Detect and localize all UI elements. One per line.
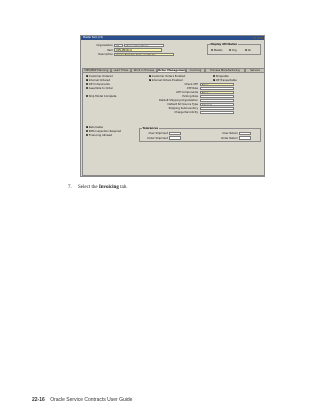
organization-code-field[interactable]: V1 (114, 43, 123, 48)
shipping-subinventory-label: Shipping Subinventory (168, 107, 198, 111)
close-icon[interactable] (260, 36, 263, 40)
description-field[interactable]: Usage Item for Sales problems (114, 52, 174, 57)
assemble-to-order-checkbox[interactable]: Assemble to Order (86, 87, 113, 90)
over-return-field[interactable] (239, 131, 251, 136)
tolerances-title: Tolerances (142, 127, 159, 131)
under-shipment-field[interactable] (169, 136, 181, 140)
ship-model-complete-checkbox[interactable]: Ship Model Complete (86, 95, 116, 98)
oe-transactable-checkbox[interactable]: OE Transactable (213, 79, 237, 82)
page-number: 22-16 (32, 397, 45, 403)
customer-orders-enabled-checkbox[interactable]: Customer Orders Enabled (149, 75, 185, 78)
tolerances-group: Tolerances Over Shipment Under Shipment … (139, 127, 261, 142)
internal-orders-enabled-checkbox[interactable]: Internal Orders Enabled (149, 79, 183, 82)
rma-inspection-checkbox[interactable]: RMA Inspection Required (86, 130, 121, 133)
step-text-prefix: Select the (78, 185, 99, 190)
returnable-checkbox[interactable]: Returnable (86, 126, 103, 129)
display-attributes-group: Display Attributes Master Org All (207, 43, 261, 55)
org-radio[interactable]: Org (229, 49, 237, 52)
shippable-checkbox[interactable]: Shippable (213, 75, 229, 78)
step-text-suffix: tab. (118, 185, 128, 190)
under-return-label: Under Return (220, 136, 238, 140)
display-attributes-title: Display Attributes (210, 43, 238, 47)
organization-label: Organization (96, 44, 113, 47)
charge-periodicity-label: Charge Periodicity (174, 111, 198, 115)
instruction-step: 7. Select the Invoicing tab. (68, 185, 127, 190)
default-shipping-org-label: Default Shipping Organization (158, 99, 198, 103)
atp-components-label: ATP Components (176, 91, 198, 95)
window-titlebar: Master Item (V1) (81, 36, 264, 40)
window-title: Master Item (V1) (83, 36, 104, 39)
over-return-label: Over Return (222, 132, 238, 135)
over-shipment-label: Over Shipment (148, 132, 168, 135)
guide-title: Oracle Service Contracts User Guide (50, 397, 133, 403)
picking-rule-label: Picking Rule (182, 95, 198, 99)
screenshot-window: Master Item (V1) Organization V1 Vision … (80, 35, 265, 177)
financing-allowed-checkbox[interactable]: Financing Allowed (86, 134, 112, 137)
item-label: Item (107, 48, 113, 52)
check-atp-label: Check ATP (184, 83, 198, 87)
organization-name-field[interactable]: Vision Operations (124, 43, 164, 48)
charge-periodicity-field[interactable] (200, 110, 234, 115)
page-footer: 22-16 Oracle Service Contracts User Guid… (32, 397, 132, 403)
under-shipment-label: Under Shipment (146, 136, 168, 140)
step-number: 7. (68, 185, 72, 190)
order-management-panel: Customer Ordered Internal Ordered OE Com… (82, 72, 265, 176)
step-text-bold: Invoicing (98, 185, 119, 190)
customer-ordered-checkbox[interactable]: Customer Ordered (86, 75, 113, 78)
all-radio[interactable]: All (245, 49, 251, 52)
under-return-field[interactable] (239, 136, 251, 140)
over-shipment-field[interactable] (169, 131, 181, 136)
description-label: Description (98, 53, 113, 56)
default-so-source-type-label: Default SO Source Type (167, 103, 198, 107)
master-radio[interactable]: Master (211, 49, 223, 52)
atp-rule-label: ATP Rule (186, 87, 198, 91)
oe-components-checkbox[interactable]: OE Components (86, 83, 110, 86)
internal-ordered-checkbox[interactable]: Internal Ordered (86, 79, 110, 82)
item-field[interactable]: OPS-PROD-0 (114, 48, 162, 52)
